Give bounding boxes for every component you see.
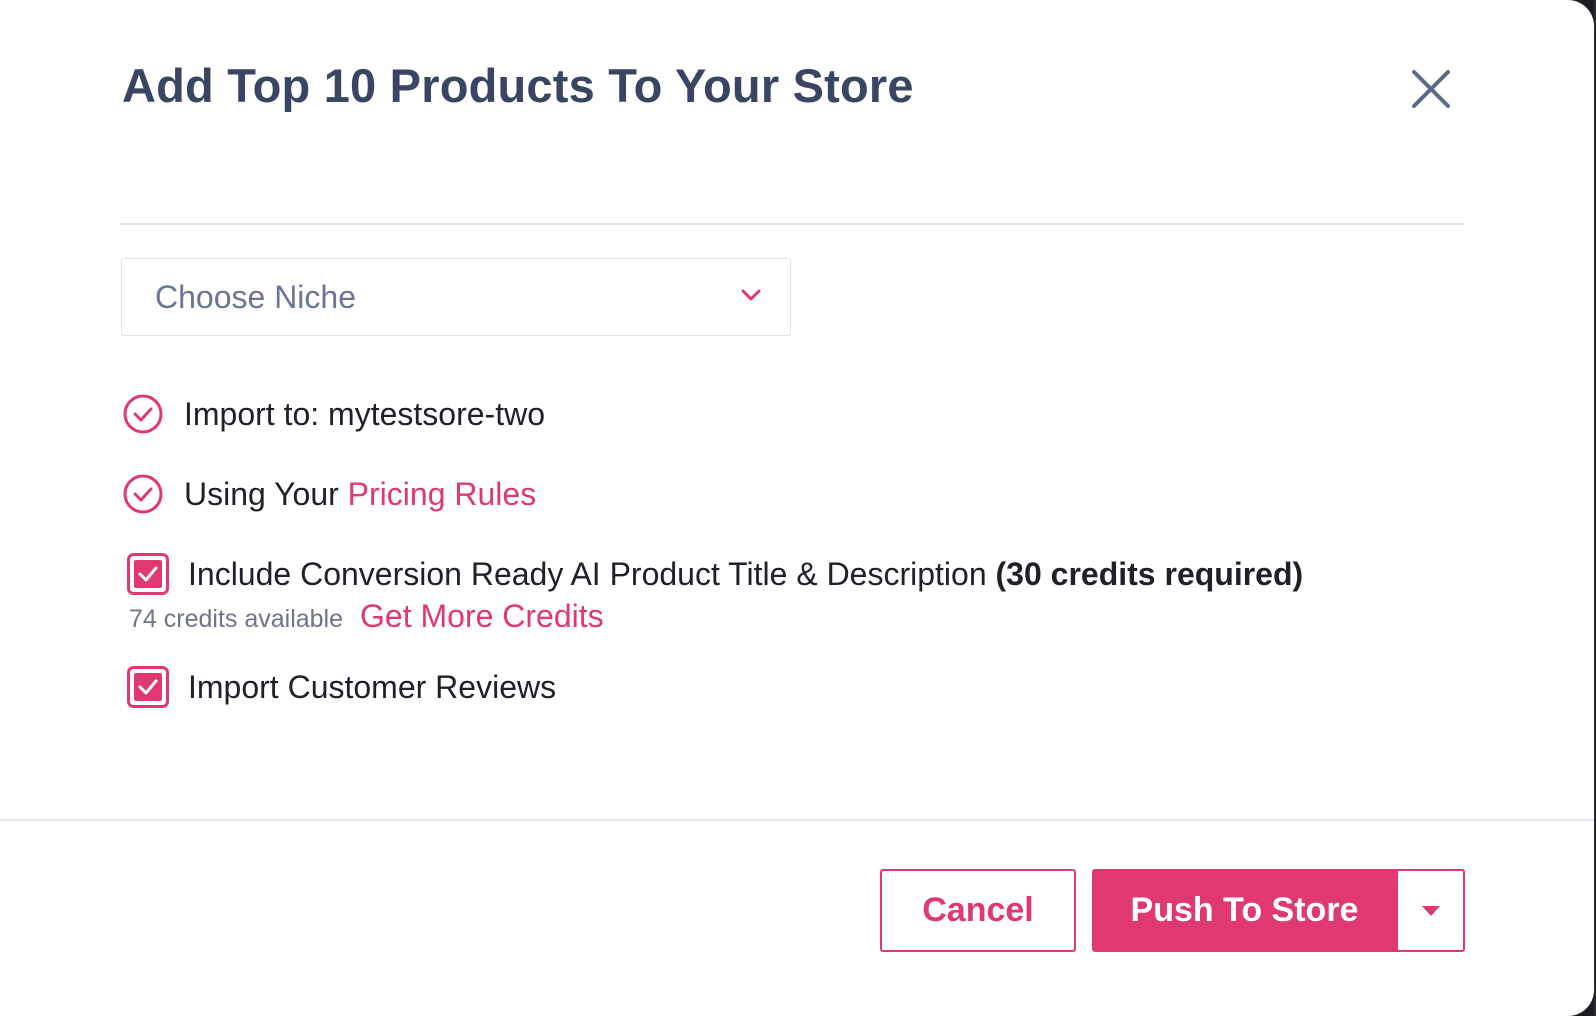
footer-divider bbox=[0, 819, 1594, 821]
import-reviews-label: Import Customer Reviews bbox=[188, 668, 557, 705]
cancel-button[interactable]: Cancel bbox=[880, 869, 1076, 952]
push-to-store-button[interactable]: Push To Store bbox=[1092, 869, 1397, 952]
check-circle-icon bbox=[123, 394, 163, 434]
checkbox-checked-icon[interactable] bbox=[127, 666, 169, 708]
ai-title-label: Include Conversion Ready AI Product Titl… bbox=[188, 556, 1303, 593]
push-options-dropdown-button[interactable] bbox=[1396, 869, 1465, 952]
credits-row: 74 credits available Get More Credits bbox=[129, 598, 604, 635]
credits-available: 74 credits available bbox=[129, 605, 344, 633]
add-products-modal: Add Top 10 Products To Your Store Choose… bbox=[0, 0, 1594, 1016]
import-to-label: Import to: mytestsore-two bbox=[184, 395, 545, 432]
pricing-rules-label: Using Your Pricing Rules bbox=[184, 476, 536, 513]
pricing-rules-row: Using Your Pricing Rules bbox=[122, 473, 536, 515]
ai-title-row: Include Conversion Ready AI Product Titl… bbox=[122, 553, 1303, 595]
pricing-rules-link[interactable]: Pricing Rules bbox=[348, 476, 537, 512]
ai-title-text: Include Conversion Ready AI Product Titl… bbox=[188, 555, 996, 592]
check-circle-icon bbox=[123, 474, 163, 514]
ai-title-credits: (30 credits required) bbox=[995, 555, 1304, 592]
checkbox-checked-icon[interactable] bbox=[127, 553, 169, 595]
import-reviews-row: Import Customer Reviews bbox=[122, 666, 556, 708]
niche-select[interactable]: Choose Niche bbox=[121, 258, 791, 336]
header-divider bbox=[121, 223, 1465, 225]
caret-down-icon bbox=[1421, 905, 1440, 916]
close-icon bbox=[1412, 70, 1450, 108]
import-to-row: Import to: mytestsore-two bbox=[122, 393, 545, 435]
close-button[interactable] bbox=[1408, 66, 1454, 112]
pricing-rules-prefix: Using Your bbox=[184, 475, 348, 512]
get-more-credits-link[interactable]: Get More Credits bbox=[360, 598, 604, 635]
niche-select-placeholder: Choose Niche bbox=[155, 279, 356, 315]
modal-title: Add Top 10 Products To Your Store bbox=[122, 59, 914, 112]
chevron-down-icon bbox=[741, 289, 761, 301]
